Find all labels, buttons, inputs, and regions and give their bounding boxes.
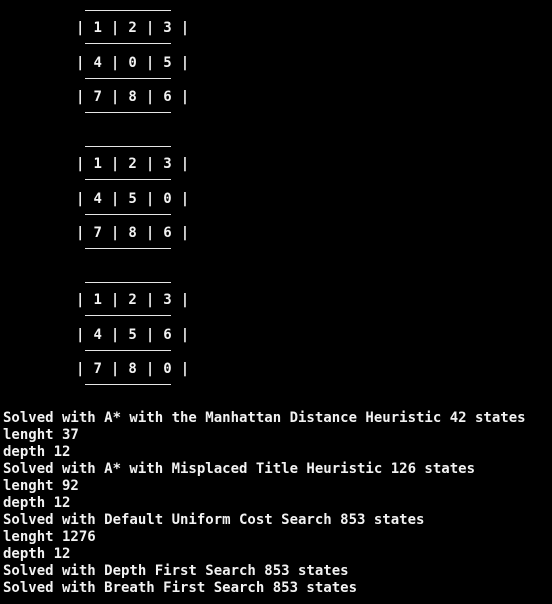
board-separator [85, 282, 171, 283]
board-row: | 7 | 8 | 0 | [76, 361, 190, 377]
board-separator [85, 315, 171, 316]
board-separator [85, 146, 171, 147]
board-row: | 7 | 8 | 6 | [76, 89, 190, 105]
board-row: | 7 | 8 | 6 | [76, 225, 190, 241]
board-separator [85, 179, 171, 180]
log-line: lenght 37 [3, 427, 79, 443]
board-row: | 1 | 2 | 3 | [76, 20, 190, 36]
board-separator [85, 43, 171, 44]
log-line: Solved with A* with the Manhattan Distan… [3, 410, 526, 426]
board-row: | 1 | 2 | 3 | [76, 292, 190, 308]
board-separator [85, 10, 171, 11]
board-separator [85, 214, 171, 215]
board-row: | 4 | 0 | 5 | [76, 55, 190, 71]
board-separator [85, 78, 171, 79]
log-line: depth 12 [3, 444, 71, 460]
log-line: Solved with A* with Misplaced Title Heur… [3, 461, 476, 477]
log-line: Solved with Depth First Search 853 state… [3, 563, 349, 579]
log-line: lenght 92 [3, 478, 79, 494]
board-separator [85, 350, 171, 351]
log-line: Solved with Default Uniform Cost Search … [3, 512, 425, 528]
log-line: Solved with Breath First Search 853 stat… [3, 580, 358, 596]
terminal-window: | 1 | 2 | 3 | | 4 | 0 | 5 | | 7 | 8 | 6 … [0, 0, 552, 604]
board-row: | 4 | 5 | 0 | [76, 191, 190, 207]
log-line: depth 12 [3, 546, 71, 562]
board-row: | 4 | 5 | 6 | [76, 327, 190, 343]
log-line: lenght 1276 [3, 529, 96, 545]
log-line: depth 12 [3, 495, 71, 511]
board-row: | 1 | 2 | 3 | [76, 156, 190, 172]
output-log: Solved with A* with the Manhattan Distan… [3, 410, 551, 597]
board-separator [85, 112, 171, 113]
board-separator [85, 384, 171, 385]
board-separator [85, 248, 171, 249]
